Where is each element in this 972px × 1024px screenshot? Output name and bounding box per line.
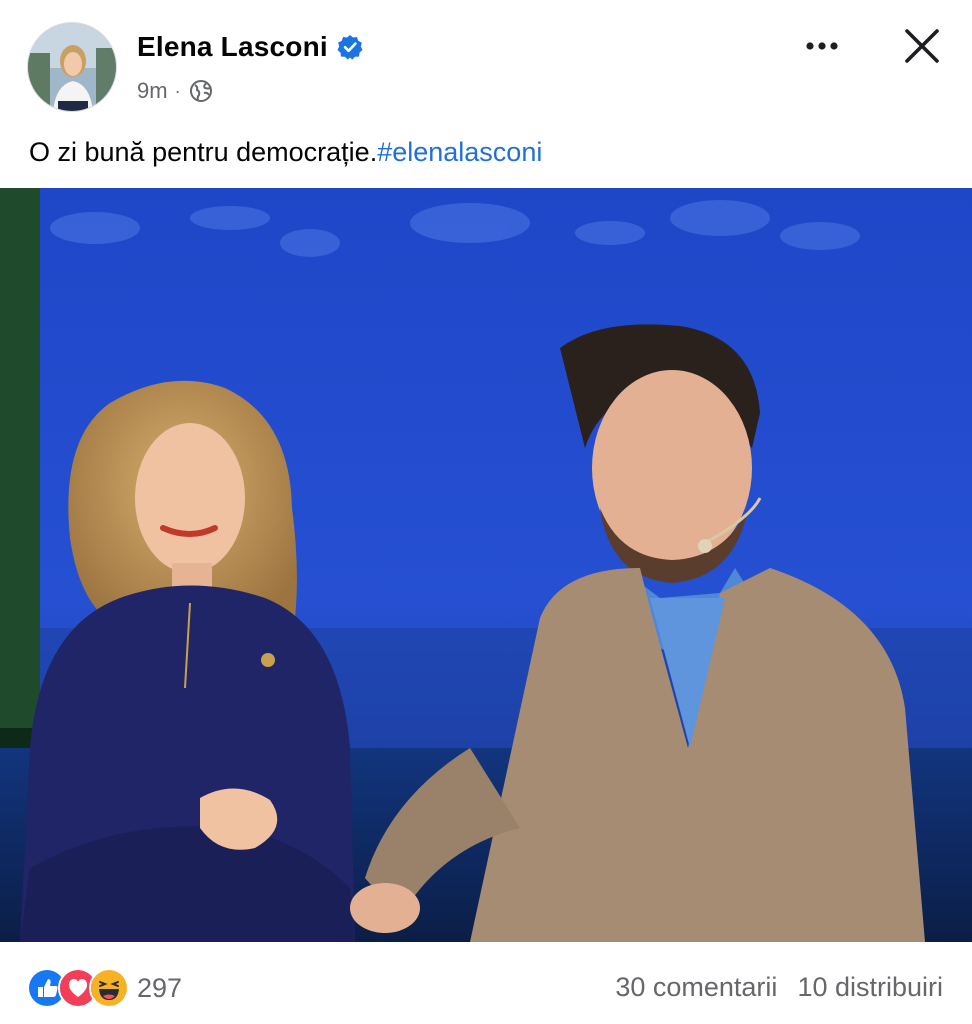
author-avatar[interactable]	[27, 22, 117, 112]
author-name[interactable]: Elena Lasconi	[137, 31, 328, 63]
comments-count-link[interactable]: 30 comentarii	[615, 972, 777, 1003]
meta-separator: ·	[174, 80, 181, 101]
post-header: Elena Lasconi 9m ·	[0, 0, 972, 120]
reaction-count: 297	[137, 972, 183, 1003]
post-footer: 297 30 comentarii 10 distribuiri	[0, 952, 972, 1024]
post-photo[interactable]	[0, 188, 972, 942]
facebook-post: Elena Lasconi 9m · O zi bună pentru demo…	[0, 0, 972, 1024]
hashtag-link[interactable]: #elenalasconi	[377, 137, 542, 167]
more-options-button[interactable]	[800, 26, 846, 66]
caption-text: O zi bună pentru democrație.	[29, 137, 378, 167]
verified-badge-icon	[337, 34, 363, 60]
engagement-stats: 30 comentarii 10 distribuiri	[615, 972, 943, 1003]
close-icon	[905, 29, 939, 63]
close-button[interactable]	[900, 24, 944, 68]
stats-spacer	[777, 972, 797, 1003]
shares-count-link[interactable]: 10 distribuiri	[797, 972, 943, 1003]
globe-icon[interactable]	[189, 79, 213, 103]
haha-icon	[89, 968, 129, 1008]
post-caption: O zi bună pentru democrație.#elenalascon…	[29, 134, 542, 170]
post-timestamp[interactable]: 9m	[137, 78, 168, 104]
more-horizontal-icon	[806, 42, 838, 50]
post-meta: 9m ·	[137, 78, 213, 104]
author-row: Elena Lasconi	[137, 31, 363, 63]
reactions-summary[interactable]: 297	[27, 968, 182, 1008]
